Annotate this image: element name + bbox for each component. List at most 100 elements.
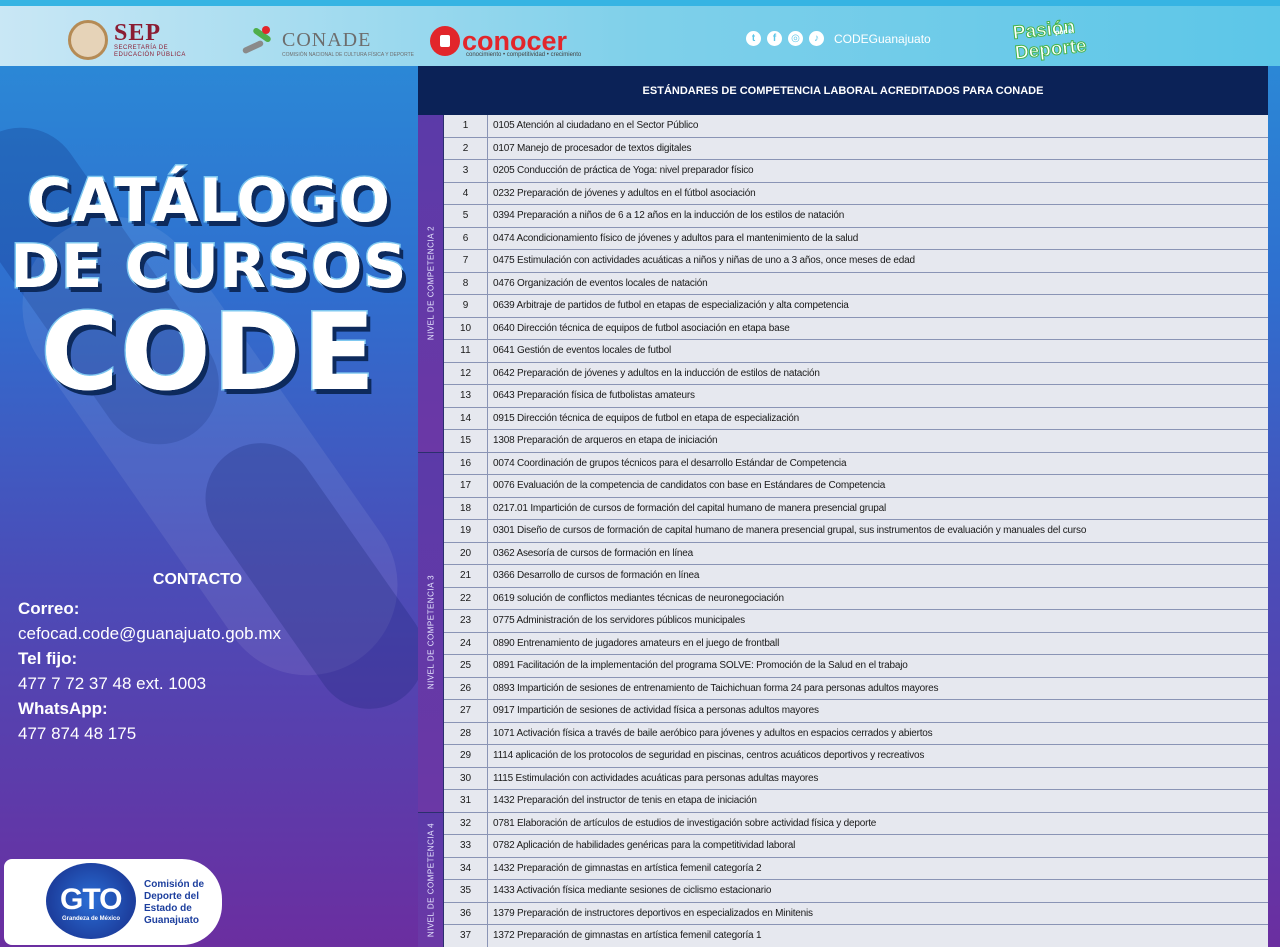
twitter-icon[interactable]: t [746,31,761,46]
sep-name: SEP [114,20,162,46]
conade-sub: COMISIÓN NACIONAL DE CULTURA FÍSICA Y DE… [282,51,414,58]
table-row: 6 0474 Acondicionamiento físico de jóvene… [444,227,1268,250]
row-standard: 1308 Preparación de arqueros en etapa de… [493,435,718,446]
row-number: 2 [444,137,488,159]
table-row: 10 0640 Dirección técnica de equipos de f… [444,317,1268,340]
row-standard: 0476 Organización de eventos locales de … [493,277,708,289]
row-standard: 0107 Manejo de procesador de textos digi… [493,142,692,154]
row-standard: 0775 Administración de los servidores pú… [493,615,745,626]
row-number: 37 [444,925,488,947]
row-standard: 1432 Preparación de gimnastas en artísti… [493,862,762,874]
row-standard: 0890 Entrenamiento de jugadores amateurs… [493,637,780,649]
table-row: 20 0362 Asesoría de cursos de formación e… [444,542,1268,565]
row-standard: 1432 Preparación del instructor de tenis… [493,795,757,806]
row-number: 21 [444,565,488,587]
row-number: 12 [444,362,488,384]
pasion-por-el-deporte-logo: Pasión por el Deporte [1010,11,1115,71]
gto-tagline: Grandeza de México [62,916,121,922]
row-number: 29 [444,745,488,767]
table-row: 23 0775 Administración de los servidores … [444,610,1268,633]
conade-name: CONADE [282,28,372,51]
row-standard: 1372 Preparación de gimnastas en artísti… [493,930,762,941]
row-standard: 0205 Conducción de práctica de Yoga: niv… [493,165,754,176]
sep-logo: SEP SECRETARÍA DE EDUCACIÓN PÚBLICA [68,20,186,60]
row-number: 25 [444,655,488,677]
table-row: 19 0301 Diseño de cursos de formación de … [444,520,1268,543]
row-standard: 1114 aplicación de los protocolos de seg… [493,750,925,761]
competency-level-label: NIVEL DE COMPETENCIA 2 [426,226,435,341]
social-handle[interactable]: CODEGuanajuato [834,32,931,46]
row-standard: 0643 Preparación física de futbolistas a… [493,390,695,401]
row-number: 6 [444,227,488,249]
row-standard: 0074 Coordinación de grupos técnicos par… [493,457,847,469]
email-link[interactable]: cefocad.code@guanajuato.gob.mx [18,621,281,646]
tiktok-icon[interactable]: ♪ [809,31,824,46]
title-line-1: CATÁLOGO [26,165,392,238]
row-standard: 0642 Preparación de jóvenes y adultos en… [493,367,820,379]
row-standard: 0076 Evaluación de la competencia de can… [493,480,886,491]
row-standard: 0619 solución de conflictos mediantes té… [493,592,784,604]
table-row: 33 0782 Aplicación de habilidades genéric… [444,835,1268,858]
row-standard: 0915 Dirección técnica de equipos de fut… [493,412,800,424]
row-number: 10 [444,317,488,339]
row-number: 17 [444,475,488,497]
competency-level-band: NIVEL DE COMPETENCIA 4 [418,812,444,947]
row-standard: 0394 Preparación a niños de 6 a 12 años … [493,210,845,221]
row-number: 13 [444,385,488,407]
gto-logo-text: GTO [60,883,122,916]
facebook-icon[interactable]: f [767,31,782,46]
sep-sub1: SECRETARÍA DE [114,45,169,51]
row-number: 1 [444,115,488,137]
table-row: 24 0890 Entrenamiento de jugadores amateu… [444,632,1268,655]
row-standard: 0893 Impartición de sesiones de entrenam… [493,682,939,694]
table-row: 22 0619 solución de conflictos mediantes … [444,587,1268,610]
row-standard: 0917 Impartición de sesiones de activida… [493,705,819,716]
table-row: 32 0781 Elaboración de artículos de estud… [444,812,1268,835]
row-standard: 1071 Activación física a través de baile… [493,727,933,739]
table-row: 18 0217.01 Impartición de cursos de forma… [444,497,1268,520]
row-standard: 0366 Desarrollo de cursos de formación e… [493,570,700,581]
email-label: Correo: [18,599,80,618]
table-heading: ESTÁNDARES DE COMPETENCIA LABORAL ACREDI… [418,66,1268,115]
row-number: 7 [444,250,488,272]
row-number: 24 [444,632,488,654]
table-row: 29 1114 aplicación de los protocolos de s… [444,745,1268,768]
row-standard: 0639 Arbitraje de partidos de futbol en … [493,300,849,311]
table-row: 37 1372 Preparación de gimnastas en artís… [444,925,1268,947]
row-number: 30 [444,767,488,789]
table-row: 35 1433 Activación física mediante sesion… [444,880,1268,903]
table-row: 16 0074 Coordinación de grupos técnicos p… [444,452,1268,475]
row-number: 5 [444,205,488,227]
whatsapp-number: 477 874 48 175 [18,724,137,743]
row-number: 32 [444,812,488,834]
row-standard: 0474 Acondicionamiento físico de jóvenes… [493,232,859,244]
table-row: 3 0205 Conducción de práctica de Yoga: ni… [444,160,1268,183]
row-number: 3 [444,160,488,182]
conocer-tagline: conocimiento • competitividad • crecimie… [466,52,582,58]
mexico-seal-icon [68,20,108,60]
table-row: 9 0639 Arbitraje de partidos de futbol en… [444,295,1268,318]
competency-level-label: NIVEL DE COMPETENCIA 3 [426,574,435,690]
row-number: 18 [444,497,488,519]
table-row: 5 0394 Preparación a niños de 6 a 12 años… [444,205,1268,228]
row-number: 15 [444,430,488,452]
table-rows: 1 0105 Atención al ciudadano en el Sector… [444,115,1268,947]
phone-number: 477 7 72 37 48 ext. 1003 [18,674,207,693]
table-row: 2 0107 Manejo de procesador de textos dig… [444,137,1268,160]
title-line-3: CODE [39,291,378,414]
table-row: 7 0475 Estimulación con actividades acuát… [444,250,1268,273]
table-row: 34 1432 Preparación de gimnastas en artís… [444,857,1268,880]
row-standard: 0105 Atención al ciudadano en el Sector … [493,120,699,131]
row-number: 28 [444,722,488,744]
runner-icon [240,26,276,60]
row-number: 35 [444,880,488,902]
row-standard: 0891 Facilitación de la implementación d… [493,660,908,671]
instagram-icon[interactable]: ◎ [788,31,803,46]
row-number: 22 [444,587,488,609]
row-number: 33 [444,835,488,857]
left-panel: CATÁLOGO DE CURSOS CODE CONTACTO Correo:… [0,66,418,947]
row-standard: 1433 Activación física mediante sesiones… [493,885,772,896]
table-row: 17 0076 Evaluación de la competencia de c… [444,475,1268,498]
table-row: 26 0893 Impartición de sesiones de entren… [444,677,1268,700]
phone-label: Tel fijo: [18,649,78,668]
